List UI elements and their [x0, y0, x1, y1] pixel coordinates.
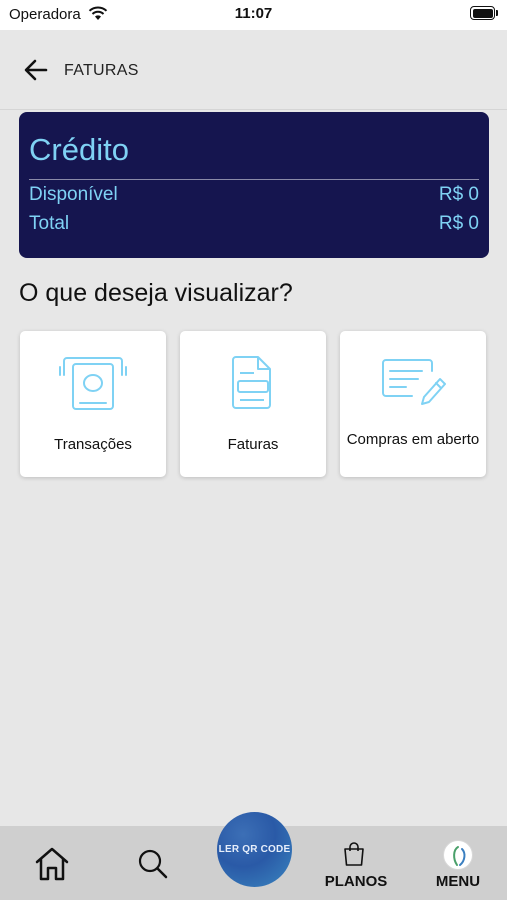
nav-planos-label: PLANOS — [324, 873, 388, 890]
nav-menu[interactable]: MENU — [430, 840, 486, 896]
qr-code-label: LER QR CODE — [218, 844, 291, 855]
page-title: FATURAS — [64, 62, 139, 79]
option-transacoes[interactable]: Transações — [20, 331, 166, 477]
battery-icon — [470, 6, 498, 20]
brand-logo-icon — [443, 840, 473, 870]
option-label: Transações — [54, 436, 132, 453]
option-compras-em-aberto[interactable]: Compras em aberto — [340, 331, 486, 477]
search-icon — [138, 849, 168, 879]
signature-form-icon — [340, 353, 486, 413]
credit-available-value: R$ 0 — [438, 184, 479, 205]
credit-total-value: R$ 0 — [438, 213, 479, 234]
arrow-left-icon — [24, 59, 48, 81]
credit-title: Crédito — [29, 132, 129, 167]
page-header: FATURAS — [0, 30, 507, 110]
shopping-bag-icon — [340, 840, 368, 873]
section-question: O que deseja visualizar? — [19, 279, 293, 307]
status-time: 11:07 — [234, 5, 273, 22]
credit-total-label: Total — [29, 213, 70, 234]
credit-available-label: Disponível — [29, 184, 118, 205]
nav-menu-label: MENU — [435, 873, 481, 890]
qr-code-button[interactable]: LER QR CODE — [217, 812, 292, 887]
nav-planos[interactable]: PLANOS — [320, 840, 392, 896]
option-label: Faturas — [227, 436, 279, 453]
option-faturas[interactable]: Faturas — [180, 331, 326, 477]
credit-summary-card: Crédito Disponível R$ 0 Total R$ 0 — [19, 112, 489, 258]
credit-divider — [29, 179, 479, 180]
invoice-document-icon — [180, 353, 326, 413]
option-label: Compras em aberto — [346, 431, 480, 448]
cash-withdrawal-icon — [20, 353, 166, 413]
back-button[interactable] — [20, 54, 52, 86]
nav-home[interactable] — [33, 846, 71, 882]
status-bar: Operadora 11:07 — [0, 0, 507, 30]
home-icon — [35, 847, 69, 881]
nav-search[interactable] — [137, 848, 169, 880]
